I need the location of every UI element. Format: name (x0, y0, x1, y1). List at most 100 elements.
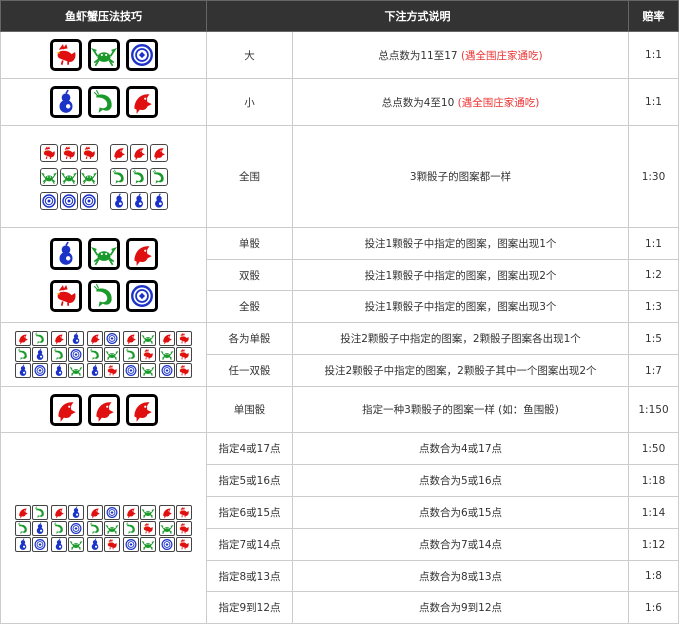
dice-tile (32, 520, 48, 536)
fish-icon (57, 401, 76, 422)
crab-icon (90, 246, 117, 266)
tile-row (1, 275, 206, 317)
shrimp-icon (132, 169, 144, 184)
rooster-icon (179, 349, 189, 360)
rooster-icon (179, 333, 189, 344)
crab-icon (69, 366, 83, 377)
bet-odds: 1:14 (628, 496, 679, 529)
fish-icon (133, 401, 152, 422)
dice-tile (68, 331, 84, 346)
bet-name: 指定7或14点 (206, 528, 293, 561)
header-odds: 赔率 (628, 0, 679, 32)
gourd-icon (72, 505, 80, 518)
bet-desc: 投注1颗骰子中指定的图案，图案出现3个 (292, 290, 629, 323)
dice-tile (49, 393, 82, 426)
dice-tile (104, 520, 120, 536)
crab-icon (141, 540, 155, 550)
dice-tile (123, 363, 139, 378)
coin-icon (34, 538, 46, 550)
fish-icon (127, 508, 136, 518)
row-single: 单骰 投注1颗骰子中指定的图案，图案出现1个 1:1 (0, 227, 679, 323)
dice-tile (49, 280, 82, 312)
dice-tile (39, 167, 58, 186)
bet-name: 指定9到12点 (206, 591, 293, 624)
dice-tile (49, 238, 82, 270)
dice-tile (129, 191, 148, 210)
dice-tile (159, 331, 175, 346)
bet-odds: 1:2 (628, 259, 679, 291)
rooster-icon (179, 506, 189, 517)
gourd-icon (36, 348, 44, 360)
dice-tile (129, 143, 148, 162)
dice-tile (159, 520, 175, 536)
gourd-icon (55, 364, 63, 376)
rooster-icon (179, 365, 189, 376)
tile-row (1, 165, 206, 189)
dice-tile (159, 363, 175, 378)
fish-icon (19, 334, 28, 345)
tile-row (1, 189, 206, 213)
dice-tile (125, 280, 158, 312)
row-specific-triple: 单围骰 指定一种3颗骰子的图案一样 (如：鱼围骰) 1:150 (0, 386, 679, 433)
dice-tile (32, 331, 48, 346)
dice-tile (15, 536, 31, 552)
gourd-icon (72, 332, 80, 344)
bet-desc: 总点数为4至10 (遇全围庄家通吃) (292, 78, 629, 126)
dice-tile (109, 143, 128, 162)
dice-tile (51, 504, 67, 520)
crab-icon (141, 334, 155, 345)
fish-icon (95, 401, 114, 422)
bet-desc: 点数合为6或15点 (292, 496, 629, 529)
gourd-icon (19, 364, 27, 376)
tile-row (1, 520, 206, 536)
dice-tile (104, 504, 120, 520)
coin-icon (70, 349, 82, 360)
dice-tile (59, 143, 78, 162)
dice-tile (104, 363, 120, 378)
dice-tile (51, 331, 67, 346)
dice-tile (176, 331, 192, 346)
row-big: 大 总点数为11至17 (遇全围庄家通吃) 1:1 (0, 31, 679, 79)
dice-tile (32, 536, 48, 552)
shrimp-icon (125, 521, 135, 534)
bet-name: 单围骰 (206, 386, 293, 433)
dice-tile (59, 191, 78, 210)
tile-row (1, 347, 206, 363)
dice-tile (79, 191, 98, 210)
tile-row (1, 233, 206, 275)
bet-odds: 1:12 (628, 528, 679, 561)
dice-tile (140, 536, 156, 552)
bet-odds: 1:18 (628, 464, 679, 497)
bet-odds: 1:7 (628, 354, 679, 387)
dice-tile (49, 39, 82, 71)
dice-tile (176, 363, 192, 378)
shrimp-icon (17, 521, 27, 534)
row-triple-any: 全围 3颗骰子的图案都一样 1:30 (0, 125, 679, 228)
fish-icon (55, 508, 64, 518)
dice-tile (51, 363, 67, 378)
shrimp-icon (93, 89, 112, 113)
dice-tile (59, 167, 78, 186)
gourd-icon (114, 192, 123, 208)
coin-icon (130, 285, 153, 307)
bet-desc: 投注1颗骰子中指定的图案，图案出现2个 (292, 259, 629, 291)
dice-tile (140, 520, 156, 536)
crab-icon (141, 366, 155, 377)
dice-tile (49, 86, 82, 118)
rooster-icon (179, 522, 189, 533)
coin-icon (125, 538, 137, 550)
coin-icon (161, 538, 173, 550)
bet-odds: 1:8 (628, 560, 679, 592)
gourd-icon (91, 537, 99, 550)
dice-tile (15, 520, 31, 536)
shrimp-icon (34, 332, 44, 344)
dice-tile (39, 191, 58, 210)
gourd-icon (59, 89, 72, 113)
dice-tile (176, 520, 192, 536)
bet-name: 全骰 (206, 290, 293, 323)
gourd-icon (134, 192, 143, 208)
fish-icon (133, 246, 152, 266)
bet-name: 指定5或16点 (206, 464, 293, 497)
dice-tile (87, 238, 120, 270)
fish-icon (153, 147, 165, 160)
